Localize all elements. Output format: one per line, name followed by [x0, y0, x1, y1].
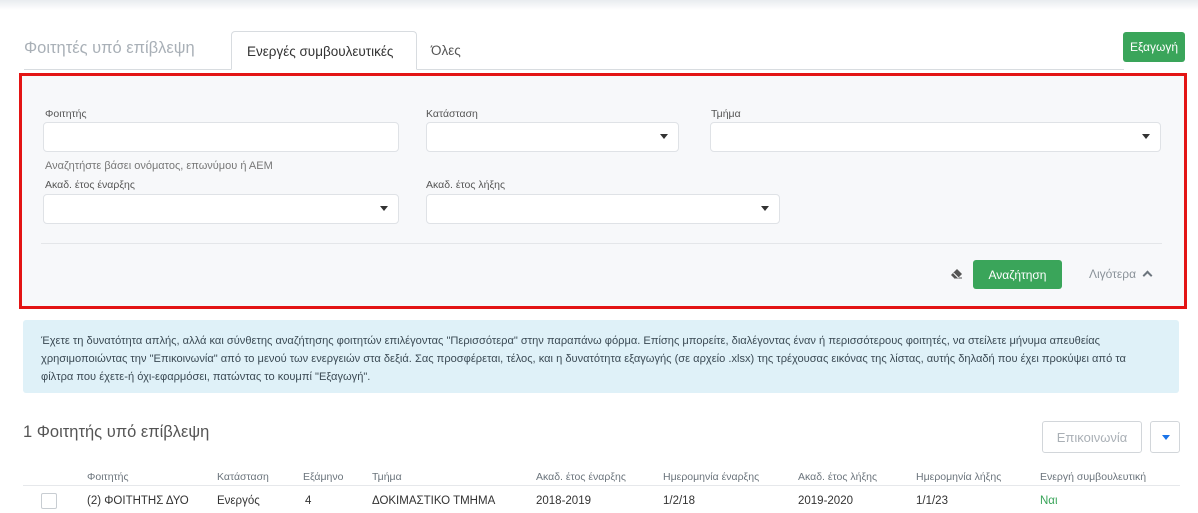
status-label: Κατάσταση: [426, 108, 478, 120]
less-label: Λιγότερα: [1089, 267, 1137, 281]
start-year-label: Ακαδ. έτος έναρξης: [45, 179, 135, 191]
student-hint: Αναζητήστε βάσει ονόματος, επωνύμου ή ΑΕ…: [45, 160, 273, 172]
table-cell-end-date: 1/1/23: [916, 495, 948, 507]
export-button[interactable]: Εξαγωγή: [1123, 32, 1185, 62]
table-cell-end-year: 2019-2020: [798, 495, 853, 507]
contact-dropdown-button[interactable]: [1150, 421, 1180, 453]
table-cell-start-date: 1/2/18: [663, 495, 695, 507]
filter-panel: Φοιτητής Αναζητήστε βάσει ονόματος, επων…: [19, 73, 1187, 309]
start-year-select[interactable]: [43, 194, 399, 224]
less-toggle[interactable]: Λιγότερα: [1089, 267, 1153, 281]
tab-all[interactable]: Όλες: [419, 31, 473, 70]
column-header-start-date[interactable]: Ημερομηνία έναρξης: [663, 471, 759, 483]
info-text: Έχετε τη δυνατότητα απλής, αλλά και σύνθ…: [41, 335, 1126, 383]
eraser-icon[interactable]: [950, 267, 964, 279]
row-select-checkbox[interactable]: [41, 493, 57, 509]
tab-underline: [24, 69, 1124, 70]
department-label: Τμήμα: [711, 108, 741, 120]
column-header-end-year[interactable]: Ακαδ. έτος λήξης: [798, 471, 877, 483]
status-select[interactable]: [426, 122, 679, 152]
student-label: Φοιτητής: [45, 108, 87, 120]
column-header-active-counseling[interactable]: Ενεργή συμβουλευτική: [1040, 471, 1146, 483]
column-header-start-year[interactable]: Ακαδ. έτος έναρξης: [536, 471, 626, 483]
table-cell-start-year: 2018-2019: [536, 495, 591, 507]
student-search-input[interactable]: [43, 122, 399, 152]
chevron-down-icon: [1142, 134, 1150, 139]
page-title: Φοιτητές υπό επίβλεψη: [24, 39, 195, 57]
divider: [41, 243, 1162, 244]
column-header-department[interactable]: Τμήμα: [372, 471, 402, 483]
chevron-down-icon: [1162, 435, 1170, 440]
table-cell-department: ΔΟΚΙΜΑΣΤΙΚΟ ΤΜΗΜΑ: [372, 495, 496, 507]
search-button[interactable]: Αναζήτηση: [973, 260, 1062, 289]
end-year-label: Ακαδ. έτος λήξης: [426, 179, 506, 191]
column-header-semester[interactable]: Εξάμηνο: [303, 471, 343, 483]
list-count-title: 1 Φοιτητής υπό επίβλεψη: [23, 423, 210, 441]
tab-active-counseling[interactable]: Ενεργές συμβουλευτικές: [231, 31, 417, 70]
chevron-down-icon: [761, 206, 769, 211]
table-cell-student[interactable]: (2) ΦΟΙΤΗΤΗΣ ΔΥΟ: [87, 495, 189, 507]
table-cell-semester: 4: [305, 495, 312, 507]
column-header-end-date[interactable]: Ημερομηνία λήξης: [916, 471, 1001, 483]
info-alert: Έχετε τη δυνατότητα απλής, αλλά και σύνθ…: [23, 320, 1179, 393]
column-header-status[interactable]: Κατάσταση: [217, 471, 269, 483]
table-header-divider: [23, 485, 1180, 486]
table-cell-active-counseling: Ναι: [1040, 495, 1058, 507]
chevron-down-icon: [660, 134, 668, 139]
chevron-up-icon: [1142, 270, 1153, 281]
end-year-select[interactable]: [426, 194, 780, 224]
table-cell-status: Ενεργός: [217, 495, 260, 507]
contact-button[interactable]: Επικοινωνία: [1042, 421, 1142, 453]
chevron-down-icon: [380, 206, 388, 211]
department-select[interactable]: [710, 122, 1161, 152]
column-header-student[interactable]: Φοιτητής: [87, 471, 129, 483]
header: Φοιτητές υπό επίβλεψη Ενεργές συμβουλευτ…: [0, 0, 1198, 70]
